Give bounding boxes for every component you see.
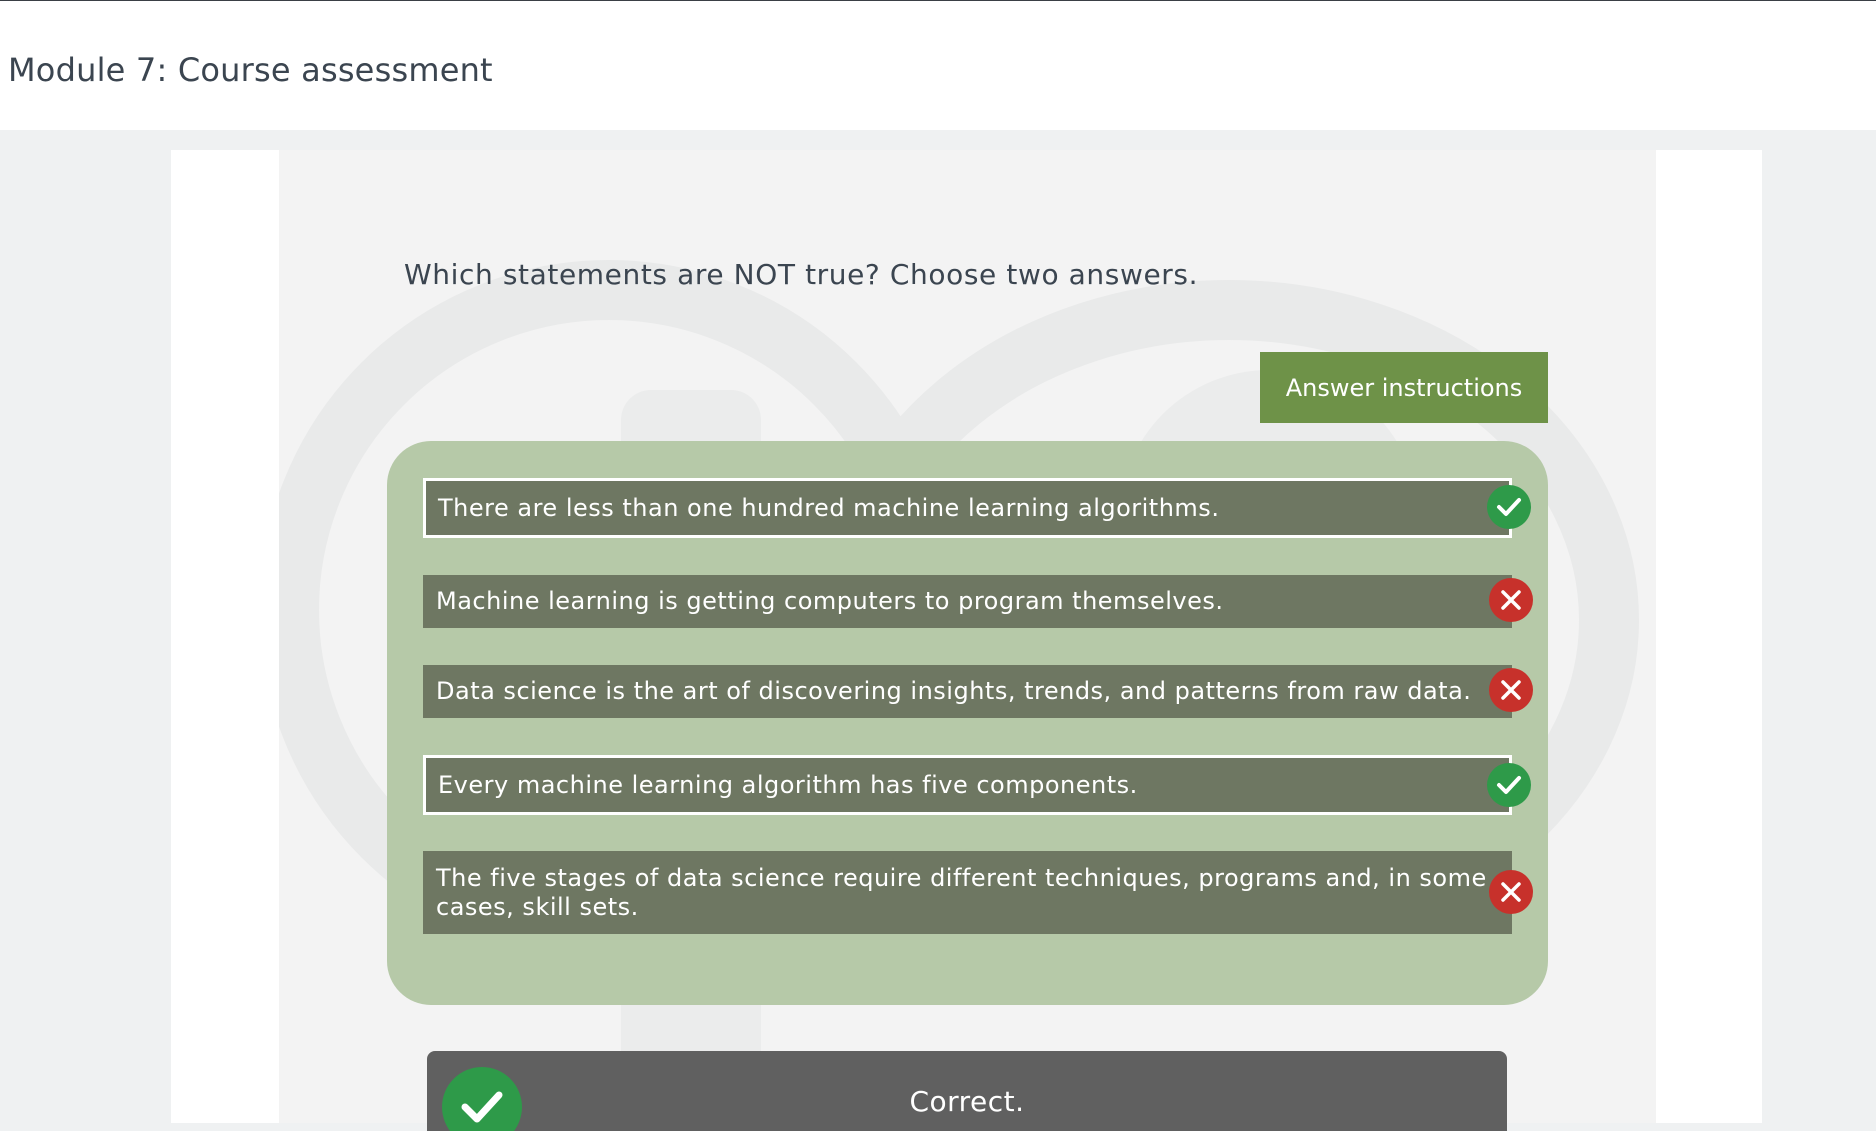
x-icon — [1489, 668, 1533, 712]
check-icon — [1487, 763, 1531, 807]
page-title: Module 7: Course assessment — [8, 51, 493, 89]
answer-option-5[interactable]: The five stages of data science require … — [423, 851, 1512, 934]
answer-option-text: Every machine learning algorithm has fiv… — [438, 770, 1138, 799]
feedback-text: Correct. — [909, 1085, 1025, 1118]
page-header: Module 7: Course assessment — [0, 1, 1876, 130]
answer-option-2[interactable]: Machine learning is getting computers to… — [423, 575, 1512, 628]
answer-option-text: Machine learning is getting computers to… — [436, 587, 1224, 615]
answer-option-text: There are less than one hundred machine … — [438, 493, 1220, 522]
answer-option-text: Data science is the art of discovering i… — [436, 677, 1472, 705]
check-icon — [1487, 485, 1531, 529]
x-icon — [1489, 870, 1533, 914]
question-prompt: Which statements are NOT true? Choose tw… — [404, 258, 1199, 291]
answer-option-text: The five stages of data science require … — [436, 863, 1487, 921]
answer-instructions-button[interactable]: Answer instructions — [1260, 352, 1548, 423]
x-icon — [1489, 578, 1533, 622]
answer-option-1[interactable]: There are less than one hundred machine … — [423, 478, 1512, 538]
feedback-banner: Correct. — [427, 1051, 1507, 1131]
answer-option-4[interactable]: Every machine learning algorithm has fiv… — [423, 755, 1512, 815]
answer-option-3[interactable]: Data science is the art of discovering i… — [423, 665, 1512, 718]
